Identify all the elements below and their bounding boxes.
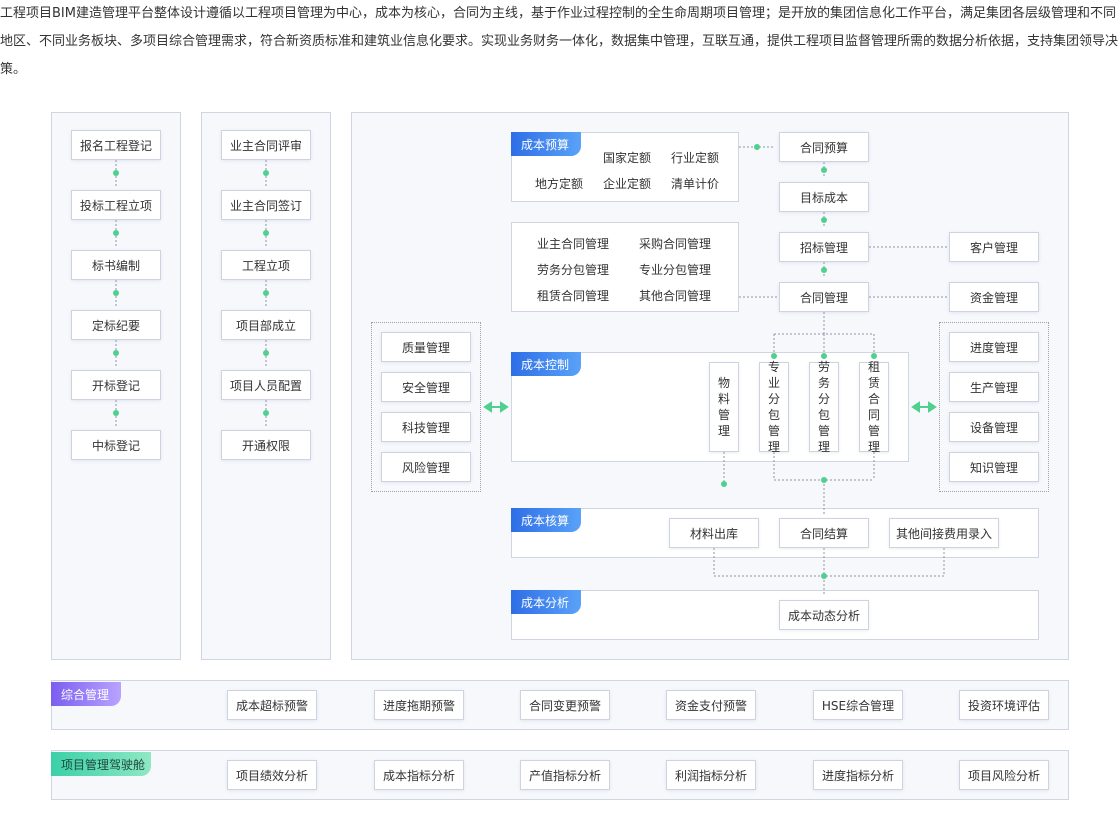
vertical-char: 物 [717, 376, 730, 390]
comprehensive-item[interactable]: 资金支付预警 [666, 690, 756, 720]
cockpit-item[interactable]: 项目绩效分析 [227, 760, 317, 790]
flow-box[interactable]: 工程立项 [221, 250, 311, 280]
vertical-char: 管 [817, 424, 830, 438]
comprehensive-item[interactable]: 进度拖期预警 [374, 690, 464, 720]
cockpit-item[interactable]: 进度指标分析 [813, 760, 903, 790]
support-box[interactable]: 安全管理 [381, 372, 471, 402]
funds-management-box[interactable]: 资金管理 [949, 282, 1039, 312]
comprehensive-item[interactable]: HSE综合管理 [813, 690, 903, 720]
vertical-char: 包 [767, 408, 780, 422]
accounting-item[interactable]: 合同结算 [779, 518, 869, 548]
cockpit-item[interactable]: 产值指标分析 [520, 760, 610, 790]
control-item[interactable]: 物料管理 [709, 362, 739, 452]
support-box[interactable]: 科技管理 [381, 412, 471, 442]
accounting-item[interactable]: 材料出库 [669, 518, 759, 548]
cost-analysis-tag: 成本分析 [511, 590, 581, 614]
contract-type-item: 业主合同管理 [537, 237, 610, 251]
flow-box[interactable]: 投标工程立项 [71, 190, 161, 220]
vertical-char: 业 [767, 376, 780, 390]
vertical-char: 理 [867, 440, 880, 454]
control-item[interactable]: 专业分包管理 [759, 360, 789, 454]
vertical-char: 租 [867, 360, 880, 374]
contract-budget-box[interactable]: 合同预算 [779, 132, 869, 162]
budget-item: 国家定额 [603, 151, 652, 165]
intro-paragraph: 工程项目BIM建造管理平台整体设计遵循以工程项目管理为中心，成本为核心，合同为主… [0, 6, 1119, 77]
vertical-char: 管 [867, 424, 880, 438]
cockpit-item[interactable]: 成本指标分析 [374, 760, 464, 790]
contract-type-item: 采购合同管理 [639, 237, 712, 251]
comprehensive-item[interactable]: 投资环境评估 [959, 690, 1049, 720]
customer-management-box[interactable]: 客户管理 [949, 232, 1039, 262]
support-box[interactable]: 进度管理 [949, 332, 1039, 362]
contract-management-box[interactable]: 合同管理 [779, 282, 869, 312]
vertical-char: 料 [717, 392, 730, 406]
flow-box[interactable]: 标书编制 [71, 250, 161, 280]
target-cost-box[interactable]: 目标成本 [779, 182, 869, 212]
support-box[interactable]: 风险管理 [381, 452, 471, 482]
cost-dynamic-analysis-box[interactable]: 成本动态分析 [779, 600, 869, 630]
vertical-char: 管 [717, 408, 730, 422]
cost-analysis-block [511, 590, 1039, 640]
support-box[interactable]: 知识管理 [949, 452, 1039, 482]
vertical-char: 专 [767, 360, 780, 374]
control-item[interactable]: 劳务分包管理 [809, 360, 839, 454]
flow-box[interactable]: 中标登记 [71, 430, 161, 460]
flow-box[interactable]: 开标登记 [71, 370, 161, 400]
cost-budget-tag: 成本预算 [511, 132, 581, 156]
flow-box[interactable]: 开通权限 [221, 430, 311, 460]
support-box[interactable]: 质量管理 [381, 332, 471, 362]
flow-box[interactable]: 定标纪要 [71, 310, 161, 340]
contract-type-item: 其他合同管理 [639, 289, 712, 303]
vertical-char: 合 [867, 392, 880, 406]
contract-type-item: 专业分包管理 [639, 263, 712, 277]
vertical-char: 管 [767, 424, 780, 438]
cost-accounting-tag: 成本核算 [511, 508, 581, 532]
vertical-char: 理 [717, 424, 730, 438]
budget-item: 行业定额 [671, 151, 720, 165]
bidding-management-box[interactable]: 招标管理 [779, 232, 869, 262]
comprehensive-item[interactable]: 成本超标预警 [227, 690, 317, 720]
control-item[interactable]: 租赁合同管理 [859, 360, 889, 454]
flow-box[interactable]: 项目部成立 [221, 310, 311, 340]
vertical-char: 分 [767, 392, 780, 406]
contract-type-item: 租赁合同管理 [537, 289, 610, 303]
contract-type-item: 劳务分包管理 [537, 263, 610, 277]
cost-control-tag: 成本控制 [511, 352, 581, 376]
budget-item: 地方定额 [535, 177, 584, 191]
accounting-item[interactable]: 其他间接费用录入 [889, 518, 999, 548]
vertical-char: 同 [867, 408, 880, 422]
cockpit-tag: 项目管理驾驶舱 [51, 752, 151, 776]
cockpit-item[interactable]: 利润指标分析 [666, 760, 756, 790]
flow-box[interactable]: 报名工程登记 [71, 130, 161, 160]
flow-box[interactable]: 业主合同签订 [221, 190, 311, 220]
budget-item: 企业定额 [603, 177, 652, 191]
comprehensive-item[interactable]: 合同变更预警 [520, 690, 610, 720]
flow-box[interactable]: 业主合同评审 [221, 130, 311, 160]
vertical-char: 理 [767, 440, 780, 454]
budget-item: 清单计价 [671, 177, 720, 191]
vertical-char: 理 [817, 440, 830, 454]
vertical-char: 包 [817, 408, 830, 422]
cockpit-item[interactable]: 项目风险分析 [959, 760, 1049, 790]
support-box[interactable]: 设备管理 [949, 412, 1039, 442]
vertical-char: 务 [817, 376, 830, 390]
flow-box[interactable]: 项目人员配置 [221, 370, 311, 400]
vertical-char: 赁 [867, 376, 880, 390]
vertical-char: 分 [817, 392, 830, 406]
support-box[interactable]: 生产管理 [949, 372, 1039, 402]
comprehensive-management-tag: 综合管理 [51, 682, 121, 706]
vertical-char: 劳 [817, 360, 830, 374]
